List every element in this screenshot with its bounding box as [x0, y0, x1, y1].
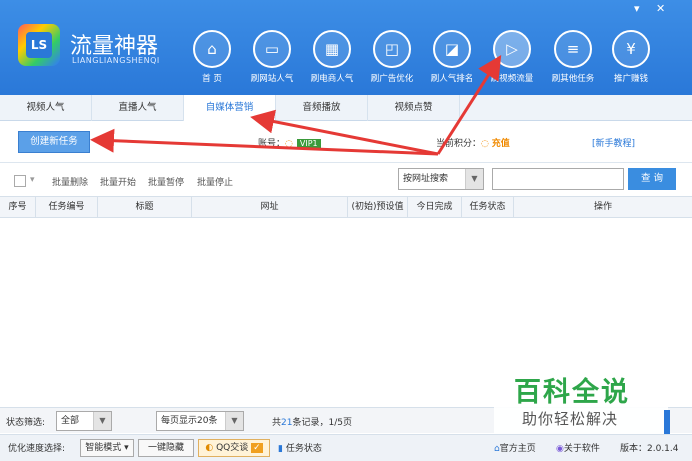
ad-icon: ◰ [373, 30, 411, 68]
select-all-checkbox[interactable] [14, 175, 26, 187]
tab-video-popularity[interactable]: 视频人气 [0, 95, 92, 121]
page-size-value: 每页显示20条 [161, 416, 218, 426]
nav-label: 刷广告优化 [370, 74, 414, 84]
app-subtitle: LIANGLIANGSHENQI [72, 56, 160, 65]
batch-pause-button[interactable]: 批量暂停 [148, 175, 184, 188]
official-site-link[interactable]: ⌂官方主页 [494, 441, 536, 454]
watermark-strip [664, 410, 670, 434]
nav-ecommerce-traffic[interactable]: ▦ 刷电商人气 [304, 30, 360, 84]
tab-bar: 视频人气 直播人气 自媒体营销 音频播放 视频点赞 [0, 95, 692, 122]
chart-board-icon: ◪ [433, 30, 471, 68]
nav-label: 刷其他任务 [551, 74, 595, 84]
task-status-label: 任务状态 [285, 444, 322, 454]
app-logo: LS [18, 24, 60, 66]
search-mode-select[interactable]: 按网址搜索 ▼ [398, 168, 484, 190]
watermark-title: 百科全说 [514, 377, 630, 408]
bottom-bar: 优化速度选择: 智能模式 ▾ 一键隐藏 ◐ QQ交谈 ✓ ▮ 任务状态 ⌂官方主… [0, 434, 692, 461]
store-icon: ▦ [313, 30, 351, 68]
loading-icon: ◌ [481, 139, 489, 149]
money-bag-icon: ¥ [612, 30, 650, 68]
minimize-button[interactable]: ▾ [634, 2, 640, 15]
nav-promote-earn[interactable]: ¥ 推广赚钱 [603, 30, 659, 84]
filter-label: 状态筛选: [6, 418, 46, 428]
table-header: 序号 任务编号 标题 网址 (初始)预设值 今日完成 任务状态 操作 [0, 196, 692, 218]
hide-all-button[interactable]: 一键隐藏 [138, 439, 194, 457]
batch-start-button[interactable]: 批量开始 [100, 175, 136, 188]
chevron-down-icon: ▼ [225, 412, 243, 430]
column-header: 序号 [0, 197, 36, 218]
column-header: 今日完成 [408, 197, 462, 218]
watermark-subtitle: 助你轻松解决 [522, 410, 619, 428]
speed-label: 优化速度选择: [8, 444, 66, 454]
close-button[interactable]: ✕ [656, 2, 665, 15]
video-icon: ▷ [493, 30, 531, 68]
nav-label: 首 页 [202, 74, 222, 84]
nav-other-tasks[interactable]: ≡ 刷其他任务 [545, 30, 601, 84]
vip-badge: VIP1 [296, 139, 321, 148]
list-icon: ≡ [554, 30, 592, 68]
points-info: 当前积分：◌ 充值 [436, 136, 510, 149]
version-label: 版本：2.0.1.4 [620, 444, 679, 454]
chevron-down-icon: ▼ [93, 412, 111, 430]
nav-label: 刷网站人气 [250, 74, 294, 84]
tab-self-media[interactable]: 自媒体营销 [184, 95, 276, 122]
task-status-button[interactable]: ▮ 任务状态 [278, 441, 322, 454]
nav-label: 刷电商人气 [310, 74, 354, 84]
info-icon: ◉ [556, 444, 564, 454]
nav-ad-optimize[interactable]: ◰ 刷广告优化 [364, 30, 420, 84]
official-site-label: 官方主页 [499, 444, 536, 454]
record-count: 共21条记录，1/5页 [272, 418, 352, 428]
column-header: (初始)预设值 [348, 197, 408, 218]
recharge-link[interactable]: 充值 [492, 139, 510, 149]
batch-stop-button[interactable]: 批量停止 [197, 175, 233, 188]
check-icon: ✓ [251, 443, 263, 453]
nav-label: 刷视频流量 [490, 74, 534, 84]
search-mode-value: 按网址搜索 [403, 174, 449, 184]
batch-delete-button[interactable]: 批量删除 [52, 175, 88, 188]
filter-value: 全部 [61, 416, 80, 426]
tab-live-popularity[interactable]: 直播人气 [92, 95, 184, 121]
column-header: 任务状态 [462, 197, 514, 218]
tab-video-likes[interactable]: 视频点赞 [368, 95, 460, 121]
tab-audio-play[interactable]: 音频播放 [276, 95, 368, 121]
column-header: 标题 [98, 197, 192, 218]
nav-ranking[interactable]: ◪ 刷人气排名 [424, 30, 480, 84]
about-software-link[interactable]: ◉关于软件 [556, 441, 600, 454]
chevron-down-icon: ▼ [465, 169, 483, 189]
speed-mode-value: 智能模式 [85, 443, 122, 453]
chevron-down-icon[interactable]: ▾ [30, 175, 35, 185]
account-label: 账号： [258, 139, 286, 149]
home-icon: ⌂ [193, 30, 231, 68]
help-tutorial-link[interactable]: [新手教程] [592, 136, 635, 149]
watermark: 百科全说 助你轻松解决 [494, 366, 668, 434]
qq-label: QQ交谈 [216, 443, 249, 453]
nav-label: 刷人气排名 [430, 74, 474, 84]
account-info: 账号：◌ VIP1 [258, 136, 321, 149]
nav-label: 推广赚钱 [613, 74, 648, 84]
nav-video-traffic[interactable]: ▷ 刷视频流量 [484, 30, 540, 84]
about-label: 关于软件 [563, 444, 600, 454]
qq-chat-button[interactable]: ◐ QQ交谈 ✓ [198, 439, 270, 457]
bar-chart-icon: ▮ [278, 444, 283, 454]
column-header: 任务编号 [36, 197, 98, 218]
nav-website-traffic[interactable]: ▭ 刷网站人气 [244, 30, 300, 84]
column-header: 网址 [192, 197, 348, 218]
page-size-select[interactable]: 每页显示20条 ▼ [156, 411, 244, 431]
query-button[interactable]: 查 询 [628, 168, 676, 190]
create-task-button[interactable]: 创建新任务 [18, 131, 90, 153]
speed-mode-select[interactable]: 智能模式 ▾ [80, 439, 134, 457]
column-header: 操作 [593, 202, 612, 212]
monitor-icon: ▭ [253, 30, 291, 68]
status-filter-select[interactable]: 全部 ▼ [56, 411, 112, 431]
title-bar: LS 流量神器 LIANGLIANGSHENQI ▾ ✕ ⌂ 首 页 ▭ 刷网站… [0, 0, 692, 95]
search-input[interactable] [492, 168, 624, 190]
points-label: 当前积分： [436, 139, 482, 149]
loading-icon: ◌ [285, 139, 293, 149]
logo-text: LS [26, 32, 52, 58]
nav-home[interactable]: ⌂ 首 页 [184, 30, 240, 84]
qq-icon: ◐ [205, 443, 214, 453]
